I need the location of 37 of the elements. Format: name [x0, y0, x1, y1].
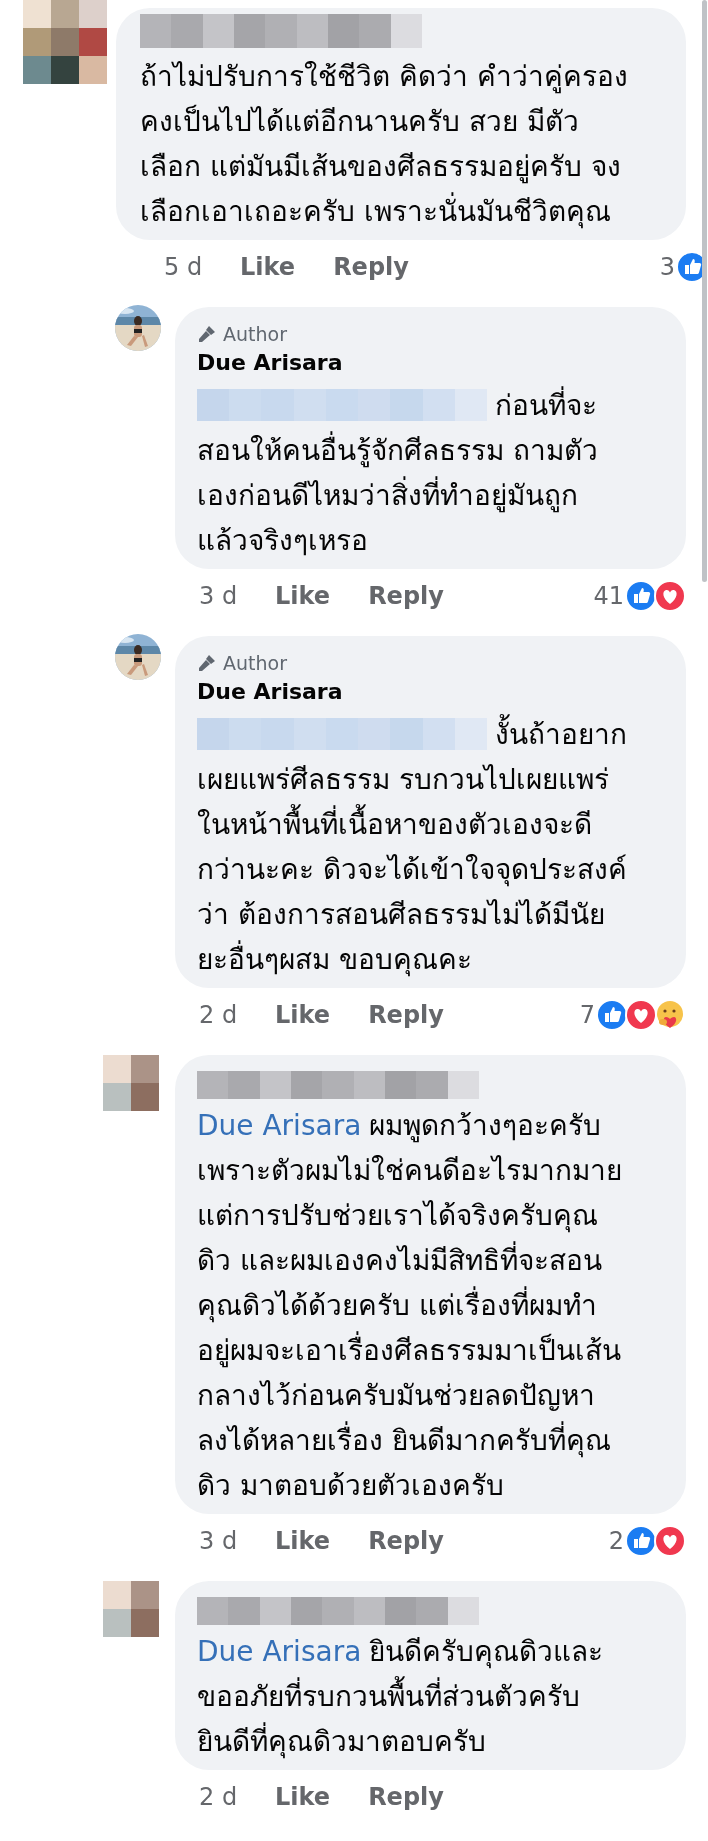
author-name[interactable]: Due Arisara	[197, 676, 674, 708]
like-button[interactable]: Like	[275, 1783, 331, 1811]
thumbs-up-icon	[596, 999, 628, 1031]
microphone-icon	[197, 324, 217, 344]
scrollbar[interactable]	[702, 0, 707, 582]
author-name[interactable]: Due Arisara	[197, 347, 674, 379]
comment-text: Due Arisara ผมพูดกว้างๆอะครับ เพราะตัวผมไม่ใช่คนดีอะไรมากมาย แต่การปรับช่วยเราได้จริงครับคุณ ดิว และผมเองคงไม่มีสิทธิที่จะสอน คุณดิวได้ด้วยครับ แต่เรื่องที่ผมทำ อยู่ผมจะเอาเรื่องศีลธรรมมาเป็นเส้น กลางไว้ก่อนครับมันช่วยลดปัญหา ลงได้หลายเรื่อง ยินดีมากครับที่คุณ ดิว มาตอบด้วยตัวเองครับ	[197, 1108, 623, 1504]
reply-button[interactable]: Reply	[368, 1783, 444, 1811]
like-button[interactable]: Like	[275, 1527, 331, 1555]
author-label: Author	[223, 323, 287, 345]
hug-emoji-icon	[654, 999, 686, 1031]
comment-time[interactable]: 3 d	[199, 1527, 259, 1555]
thumbs-up-icon	[625, 1525, 657, 1557]
reply-button[interactable]: Reply	[333, 253, 409, 281]
mention-link[interactable]: Due Arisara	[197, 1635, 362, 1668]
comment-time[interactable]: 2 d	[199, 1783, 259, 1811]
reply-button[interactable]: Reply	[368, 582, 444, 610]
author-label: Author	[223, 652, 287, 674]
reaction-count[interactable]: 2	[608, 1527, 624, 1555]
mention-link[interactable]: Due Arisara	[197, 1109, 362, 1142]
thumbs-up-icon	[625, 580, 657, 612]
comment-text: ก่อนที่จะ สอนให้คนอื่นรู้จักศีลธรรม ถามตัว เองก่อนดีไหมว่าสิ่งที่ทำอยู่มันถูก แล้วจริงๆเหรอ	[197, 383, 674, 563]
like-button[interactable]: Like	[275, 1001, 331, 1029]
comment-text: ถ้าไม่ปรับการใช้ชีวิต คิดว่า คำว่าคู่ครอง คงเป็นไปได้แต่อีกนานครับ สวย มีตัว เลือก แต่มันมีเส้นของศีลธรรมอยู่ครับ จง เลือกเอาเถอะครับ เพราะนั่นมันชีวิตคุณ	[140, 59, 629, 231]
microphone-icon	[197, 653, 217, 673]
comment-time[interactable]: 2 d	[199, 1001, 259, 1029]
reply-button[interactable]: Reply	[368, 1527, 444, 1555]
reaction-count[interactable]: 41	[593, 582, 624, 610]
comment-text: Due Arisara ยินดีครับคุณดิวและ ขออภัยที่รบกวนพื้นที่ส่วนตัวครับ ยินดีที่คุณดิวมาตอบครับ	[197, 1634, 605, 1761]
like-button[interactable]: Like	[240, 253, 296, 281]
comment-time[interactable]: 3 d	[199, 582, 259, 610]
reaction-count[interactable]: 3	[659, 253, 675, 281]
reply-button[interactable]: Reply	[368, 1001, 444, 1029]
reaction-count[interactable]: 7	[579, 1001, 595, 1029]
comment-text: งั้นถ้าอยาก เผยแพร่ศีลธรรม รบกวนไปเผยแพร่ ในหน้าพื้นที่เนื้อหาของตัวเองจะดี กว่านะคะ ดิวจะได้เข้าใจจุดประสงค์ ว่า ต้องการสอนศีลธรรมไม่ได้มีนัย ยะอื่นๆผสม ขอบคุณคะ	[197, 712, 674, 982]
comment-time[interactable]: 5 d	[164, 253, 224, 281]
like-button[interactable]: Like	[275, 582, 331, 610]
